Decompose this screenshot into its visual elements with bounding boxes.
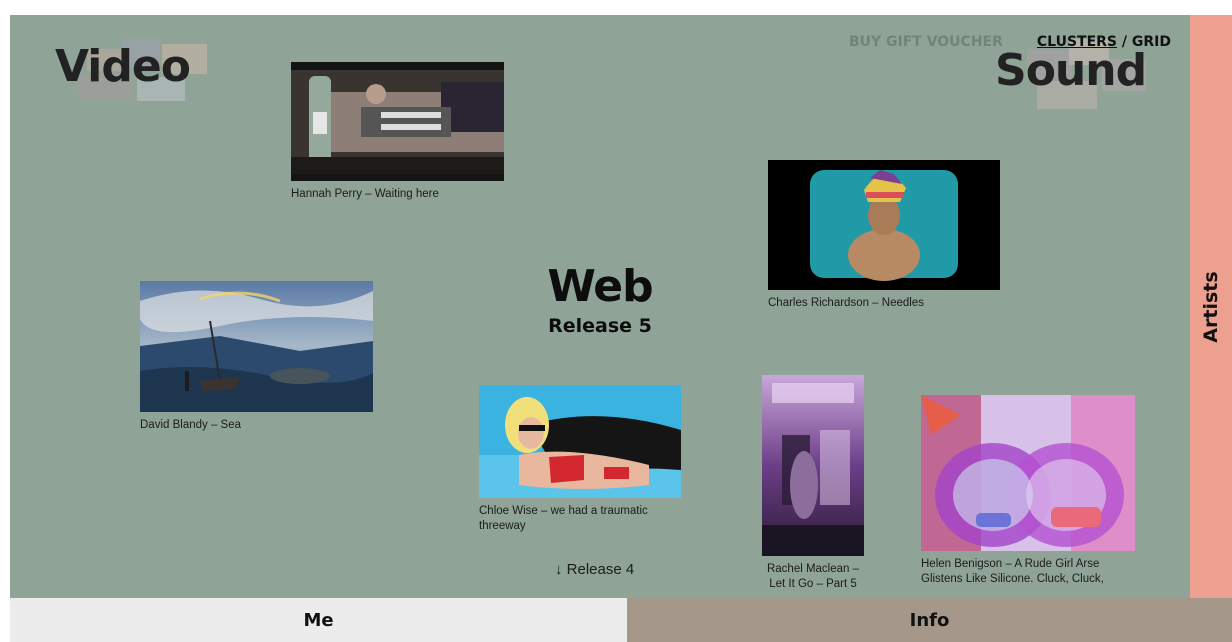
artwork-caption: Chloe Wise – we had a traumatic threeway (479, 505, 648, 532)
artwork-thumbnail (921, 395, 1135, 551)
page-title: Web (547, 261, 653, 312)
grid-view-link[interactable]: GRID (1132, 34, 1171, 50)
previous-release-link[interactable]: ↓ Release 4 (555, 561, 634, 578)
artwork-thumbnail (140, 281, 373, 412)
artwork-thumbnail (291, 62, 504, 181)
artwork-caption: Helen Benigson – A Rude Girl Arse Gliste… (921, 558, 1104, 585)
view-separator: / (1121, 34, 1128, 50)
artwork-caption: Charles Richardson – Needles (768, 297, 924, 309)
artwork-thumbnail (762, 375, 864, 556)
artwork-canvas: Video Sound BUY GIFT VOUCHER CLUSTERS / … (10, 15, 1190, 598)
artwork-chloe-wise[interactable]: Chloe Wise – we had a traumatic threeway (479, 385, 681, 534)
artwork-thumbnail (768, 160, 1000, 290)
video-category-link[interactable]: Video (55, 39, 207, 101)
sound-category-link[interactable]: Sound (995, 39, 1147, 109)
bottom-tabs: Me Info (10, 598, 1232, 642)
artwork-caption: David Blandy – Sea (140, 419, 242, 431)
release-heading: Web Release 5 (530, 261, 670, 338)
artwork-charles-richardson[interactable]: Charles Richardson – Needles (768, 160, 1000, 311)
view-toggle: CLUSTERS / GRID (1037, 34, 1171, 50)
artwork-caption: Hannah Perry – Waiting here (291, 188, 439, 200)
artwork-rachel-maclean[interactable]: Rachel Maclean – Let It Go – Part 5 (762, 375, 864, 592)
artwork-caption: Rachel Maclean – Let It Go – Part 5 (766, 563, 860, 590)
tab-info[interactable]: Info (627, 598, 1232, 642)
artists-sidebar[interactable]: Artists (1190, 15, 1232, 598)
video-label: Video (55, 41, 191, 92)
header-links: BUY GIFT VOUCHER CLUSTERS / GRID (849, 34, 1171, 50)
release-label: Release 5 (548, 315, 652, 337)
artwork-hannah-perry[interactable]: Hannah Perry – Waiting here (291, 62, 504, 202)
artwork-helen-benigson[interactable]: Helen Benigson – A Rude Girl Arse Gliste… (921, 395, 1135, 587)
artwork-thumbnail (479, 385, 681, 498)
artists-label[interactable]: Artists (1200, 271, 1222, 342)
buy-gift-voucher-link[interactable]: BUY GIFT VOUCHER (849, 34, 1003, 50)
clusters-view-link[interactable]: CLUSTERS (1037, 34, 1117, 50)
sound-label: Sound (995, 45, 1147, 96)
artwork-david-blandy[interactable]: David Blandy – Sea (140, 281, 373, 433)
tab-me[interactable]: Me (10, 598, 627, 642)
